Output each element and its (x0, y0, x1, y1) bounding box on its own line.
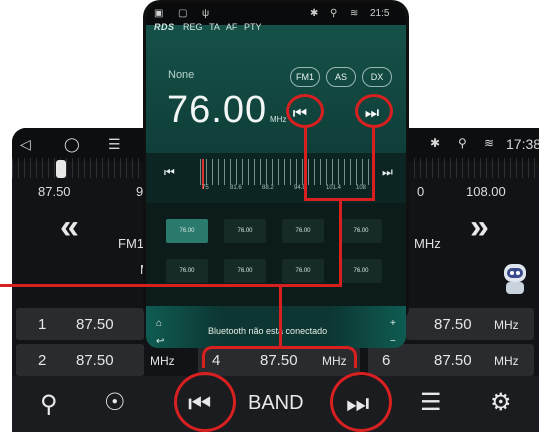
preset-button-1[interactable]: 1 87.50 (16, 308, 144, 340)
preset-button-5[interactable]: 87.50 MHz (406, 308, 534, 340)
search-icon[interactable]: ⚲ (40, 390, 58, 419)
dial-next-icon[interactable]: ⏭ (382, 165, 393, 180)
rds-flags: RDS REG TA AF PTY (154, 22, 261, 32)
preset-index: 2 (38, 352, 47, 369)
window-icon[interactable]: ▢ (178, 8, 187, 19)
dial-prev-icon[interactable]: ⏮ (164, 165, 175, 180)
apps-icon[interactable]: ▣ (154, 8, 163, 19)
as-button[interactable]: AS (326, 67, 356, 87)
front-radio-screen: ▣ ▢ ψ ✱ ⚲ ≋ 21:5 RDS REG TA AF PTY None … (146, 3, 406, 321)
dial-mark: 101.4 (326, 185, 342, 191)
dial-mark: 75 (202, 185, 209, 191)
equalizer-icon[interactable]: ☰ (420, 388, 442, 417)
back-dial-marker[interactable] (56, 160, 66, 178)
preset-index: 6 (382, 352, 391, 369)
wifi-icon: ≋ (350, 8, 359, 19)
preset-frequency: 87.50 (434, 316, 472, 333)
volume-down-icon[interactable]: − (390, 336, 396, 347)
home-icon[interactable]: ⌂ (156, 318, 162, 329)
frequency-unit: MHz (270, 115, 287, 124)
preset-index: 1 (38, 316, 47, 333)
dial-mark: 81.6 (230, 185, 242, 191)
back-unit-label: MHz (414, 236, 441, 251)
front-preset[interactable]: 76.00 (224, 259, 266, 283)
back-freq-right-partial: 0 (417, 184, 425, 199)
front-preset[interactable]: 76.00 (224, 219, 266, 243)
bottom-control-bar: ⚲ ☉ ⏮ BAND ⏭ ☰ ⚙ (12, 376, 539, 432)
bluetooth-icon: ✱ (430, 136, 441, 150)
callout-line (372, 128, 375, 200)
back-status-time: 17:38 (506, 136, 539, 152)
podcast-icon[interactable]: ☉ (104, 388, 126, 417)
home-icon[interactable]: ◯ (64, 136, 80, 153)
preset-frequency: 87.50 (76, 352, 114, 369)
back-icon[interactable]: ◁ (20, 136, 31, 153)
preset-unit: MHz (494, 354, 519, 368)
rds-flag-af[interactable]: AF (226, 22, 238, 32)
robot-mascot-icon (504, 264, 526, 294)
back-freq-left: 87.50 (38, 184, 71, 199)
rds-logo: RDS (154, 22, 175, 32)
highlight-front-next (355, 94, 393, 128)
highlight-back-prev (174, 372, 236, 432)
back-freq-right: 108.00 (466, 184, 506, 199)
front-status-time: 21:5 (370, 8, 390, 19)
front-preset-grid: 76.00 76.00 76.00 76.00 76.00 76.00 76.0… (146, 203, 406, 313)
callout-line (339, 198, 342, 286)
fm1-button[interactable]: FM1 (290, 67, 320, 87)
front-preset[interactable]: 76.00 (166, 219, 208, 243)
back-nav-icon[interactable]: ↩ (156, 336, 164, 347)
front-preset[interactable]: 76.00 (340, 219, 382, 243)
settings-icon[interactable]: ⚙ (490, 388, 512, 417)
seek-forward-arrow[interactable]: » (470, 208, 489, 247)
preset-unit: MHz (150, 354, 175, 368)
front-preset[interactable]: 76.00 (282, 219, 324, 243)
callout-line (0, 284, 342, 287)
highlight-front-prev (286, 94, 324, 128)
bluetooth-icon: ✱ (310, 8, 319, 19)
bluetooth-status: Bluetooth não está conectado (208, 326, 328, 336)
usb-icon: ψ (202, 8, 210, 19)
highlight-back-next (330, 372, 392, 432)
seek-back-arrow[interactable]: « (60, 208, 79, 247)
volume-up-icon[interactable]: + (390, 318, 396, 329)
preset-button-6[interactable]: 6 87.50 MHz (368, 344, 534, 376)
dial-ticks (200, 159, 380, 185)
callout-line (279, 286, 282, 348)
back-freq-left-partial: 9 (136, 184, 144, 199)
front-preset[interactable]: 76.00 (282, 259, 324, 283)
band-button[interactable]: BAND (248, 392, 304, 415)
preset-frequency: 87.50 (434, 352, 472, 369)
preset-button-2[interactable]: 2 87.50 MHz (16, 344, 175, 376)
callout-line (304, 128, 307, 200)
preset-unit: MHz (494, 318, 519, 332)
rds-flag-pty[interactable]: PTY (244, 22, 262, 32)
rds-flag-ta[interactable]: TA (209, 22, 219, 32)
dial-mark: 108 (356, 185, 367, 191)
wifi-icon: ≋ (484, 136, 495, 150)
back-band-label: FM1 (118, 236, 144, 251)
preset-frequency: 87.50 (76, 316, 114, 333)
front-preset[interactable]: 76.00 (340, 259, 382, 283)
location-icon: ⚲ (330, 8, 338, 19)
current-frequency: 76.00 (167, 89, 268, 131)
dial-mark: 88.2 (262, 185, 274, 191)
front-preset[interactable]: 76.00 (166, 259, 208, 283)
recents-icon[interactable]: ☰ (108, 136, 121, 153)
location-icon: ⚲ (458, 136, 467, 150)
frequency-dial[interactable]: ⏮ ⏭ 75 81.6 88.2 94.8 101.4 108 (146, 153, 406, 203)
rds-flag-reg[interactable]: REG (183, 22, 203, 32)
dx-button[interactable]: DX (362, 67, 392, 87)
station-name: None (168, 69, 195, 81)
callout-bracket (202, 346, 357, 368)
